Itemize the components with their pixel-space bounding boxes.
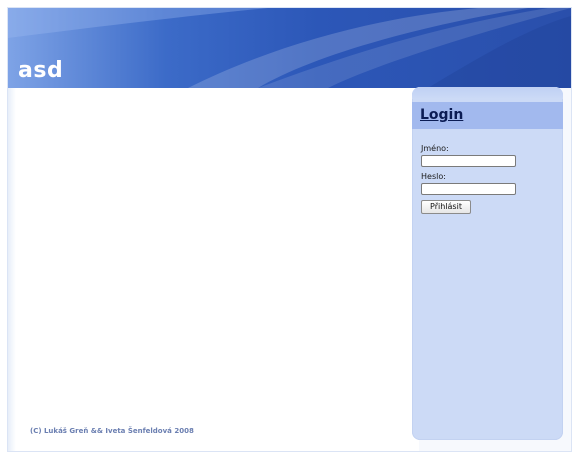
password-label: Heslo: bbox=[421, 172, 446, 181]
content-edge bbox=[8, 88, 16, 451]
password-input[interactable] bbox=[421, 183, 516, 195]
sidebar-top-cap bbox=[412, 87, 563, 99]
username-label: Jméno: bbox=[421, 144, 449, 153]
main-content bbox=[8, 88, 419, 451]
username-input[interactable] bbox=[421, 155, 516, 167]
header-banner: asd bbox=[8, 8, 571, 88]
header-swoosh-graphic bbox=[8, 8, 571, 88]
login-submit-button[interactable]: Přihlásit bbox=[421, 200, 471, 214]
site-title: asd bbox=[18, 58, 64, 83]
login-heading: Login bbox=[420, 107, 464, 123]
footer-copyright: (C) Lukáš Greň && Iveta Šenfeldová 2008 bbox=[30, 427, 194, 435]
login-sidebar: Login Jméno: Heslo: Přihlásit bbox=[412, 87, 563, 440]
